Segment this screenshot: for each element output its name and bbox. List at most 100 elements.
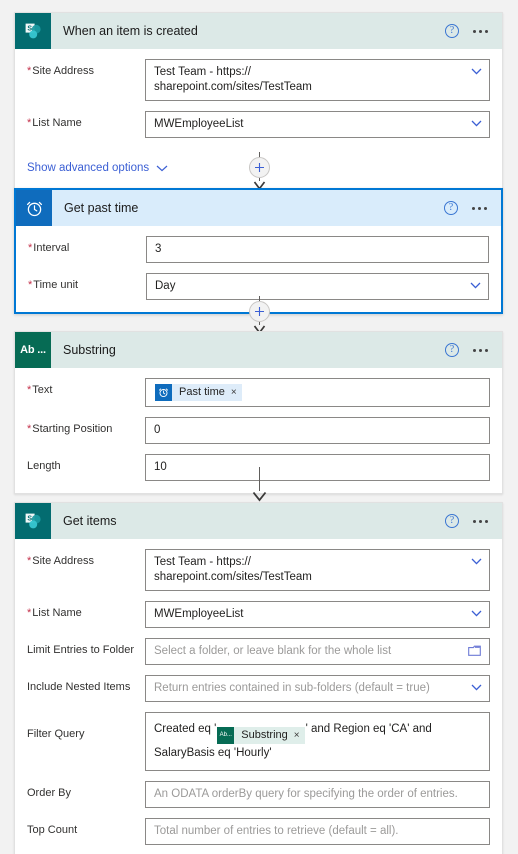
chevron-down-icon[interactable] [470, 282, 481, 289]
more-options-icon[interactable] [473, 519, 488, 523]
interval-input[interactable]: 3 [146, 236, 489, 263]
field-row-list-name: *List Name MWEmployeeList [27, 601, 490, 628]
required-asterisk: * [27, 65, 32, 77]
card-header[interactable]: S When an item is created ? [15, 13, 502, 49]
card-title: Substring [63, 343, 116, 357]
field-label: Limit Entries to Folder [27, 644, 134, 656]
field-label: *Text [27, 384, 53, 396]
token-chip-past-time[interactable]: Past time × [155, 384, 242, 401]
field-row-starting-position: *Starting Position 0 [27, 417, 490, 444]
include-nested-items-input[interactable]: Return entries contained in sub-folders … [145, 675, 490, 702]
field-row-site-address: *Site Address Test Team - https:// sharep… [27, 59, 490, 101]
close-icon[interactable]: × [293, 727, 305, 744]
chevron-down-icon[interactable] [471, 558, 482, 565]
placeholder-text: Return entries contained in sub-folders … [154, 682, 430, 694]
field-row-limit-entries-to-folder: Limit Entries to Folder Select a folder,… [27, 638, 490, 665]
add-step-button[interactable] [248, 157, 270, 178]
token-chip-substring[interactable]: Ab... Substring × [217, 727, 305, 744]
arrow-down-icon [252, 491, 267, 502]
field-label: *List Name [27, 607, 82, 619]
field-label: *List Name [27, 117, 82, 129]
alarm-clock-icon [155, 384, 172, 401]
card-title: Get past time [64, 201, 139, 215]
card-get-items[interactable]: S Get items ? *Site Address Test Team - … [14, 502, 503, 854]
chevron-down-icon[interactable] [471, 684, 482, 691]
required-asterisk: * [27, 555, 32, 567]
header-actions: ? [445, 343, 502, 357]
header-actions: ? [444, 201, 501, 215]
header-actions: ? [445, 24, 502, 38]
list-name-input[interactable]: MWEmployeeList [145, 601, 490, 628]
field-label: *Time unit [28, 279, 79, 291]
site-address-suffix: sharepoint.com/sites/TestTeam [154, 571, 312, 583]
help-icon[interactable]: ? [444, 201, 458, 215]
chevron-down-icon[interactable] [471, 610, 482, 617]
header-actions: ? [445, 514, 502, 528]
filter-query-input[interactable]: Created eq ' Ab... Substring × ' and Reg… [145, 712, 490, 771]
flow-designer-canvas: S When an item is created ? *Site Addres… [0, 0, 518, 854]
interval-value: 3 [155, 243, 162, 255]
more-options-icon[interactable] [473, 348, 488, 352]
field-row-include-nested-items: Include Nested Items Return entries cont… [27, 675, 490, 702]
placeholder-text: An ODATA orderBy query for specifying th… [154, 788, 458, 800]
field-label: Order By [27, 787, 72, 799]
card-title: Get items [63, 514, 117, 528]
alarm-clock-icon [16, 190, 52, 226]
card-header[interactable]: Ab ... Substring ? [15, 332, 502, 368]
required-asterisk: * [28, 242, 33, 254]
field-label: Top Count [27, 824, 78, 836]
ab-text-icon: Ab... [217, 727, 235, 744]
limit-entries-to-folder-input[interactable]: Select a folder, or leave blank for the … [145, 638, 490, 665]
site-address-input[interactable]: Test Team - https:// sharepoint.com/sites… [145, 549, 490, 591]
field-row-interval: *Interval 3 [28, 236, 489, 263]
starting-position-input[interactable]: 0 [145, 417, 490, 444]
connector-1 [0, 152, 518, 190]
card-header[interactable]: Get past time ? [16, 190, 501, 226]
list-name-value: MWEmployeeList [154, 118, 244, 130]
site-address-prefix: Test Team - https:// [154, 556, 251, 568]
token-label: Past time [172, 384, 231, 401]
ab-text-icon: Ab ... [15, 332, 51, 368]
chevron-down-icon[interactable] [471, 120, 482, 127]
list-name-input[interactable]: MWEmployeeList [145, 111, 490, 138]
more-options-icon[interactable] [473, 29, 488, 33]
field-row-list-name: *List Name MWEmployeeList [27, 111, 490, 138]
required-asterisk: * [27, 384, 32, 396]
top-count-input[interactable]: Total number of entries to retrieve (def… [145, 818, 490, 845]
field-label: Filter Query [27, 728, 85, 740]
placeholder-text: Total number of entries to retrieve (def… [154, 825, 399, 837]
add-step-button[interactable] [248, 301, 270, 322]
time-unit-value: Day [155, 280, 176, 292]
field-row-order-by: Order By An ODATA orderBy query for spec… [27, 781, 490, 808]
card-title: When an item is created [63, 24, 198, 38]
help-icon[interactable]: ? [445, 343, 459, 357]
field-row-filter-query: Filter Query Created eq ' Ab... Substrin… [27, 712, 490, 771]
field-label: Include Nested Items [27, 681, 131, 693]
ab-icon-label: Ab ... [20, 344, 46, 356]
field-label: *Starting Position [27, 423, 113, 435]
site-address-suffix: sharepoint.com/sites/TestTeam [154, 81, 312, 93]
starting-position-value: 0 [154, 424, 161, 436]
help-icon[interactable]: ? [445, 24, 459, 38]
required-asterisk: * [27, 117, 32, 129]
help-icon[interactable]: ? [445, 514, 459, 528]
connector-3 [0, 467, 518, 502]
order-by-input[interactable]: An ODATA orderBy query for specifying th… [145, 781, 490, 808]
card-header[interactable]: S Get items ? [15, 503, 502, 539]
chevron-down-icon[interactable] [471, 68, 482, 75]
close-icon[interactable]: × [230, 384, 242, 401]
field-row-site-address: *Site Address Test Team - https:// sharep… [27, 549, 490, 591]
filter-query-text-before: Created eq ' [154, 723, 217, 735]
required-asterisk: * [27, 423, 32, 435]
token-label: Substring [234, 727, 294, 744]
placeholder-text: Select a folder, or leave blank for the … [154, 645, 392, 657]
field-row-top-count: Top Count Total number of entries to ret… [27, 818, 490, 845]
sharepoint-icon: S [15, 503, 51, 539]
list-name-value: MWEmployeeList [154, 608, 244, 620]
text-input[interactable]: Past time × [145, 378, 490, 407]
site-address-input[interactable]: Test Team - https:// sharepoint.com/sites… [145, 59, 490, 101]
field-label: *Site Address [27, 555, 95, 567]
more-options-icon[interactable] [472, 206, 487, 210]
folder-icon[interactable] [468, 645, 481, 657]
card-body: *Site Address Test Team - https:// sharep… [15, 539, 502, 854]
